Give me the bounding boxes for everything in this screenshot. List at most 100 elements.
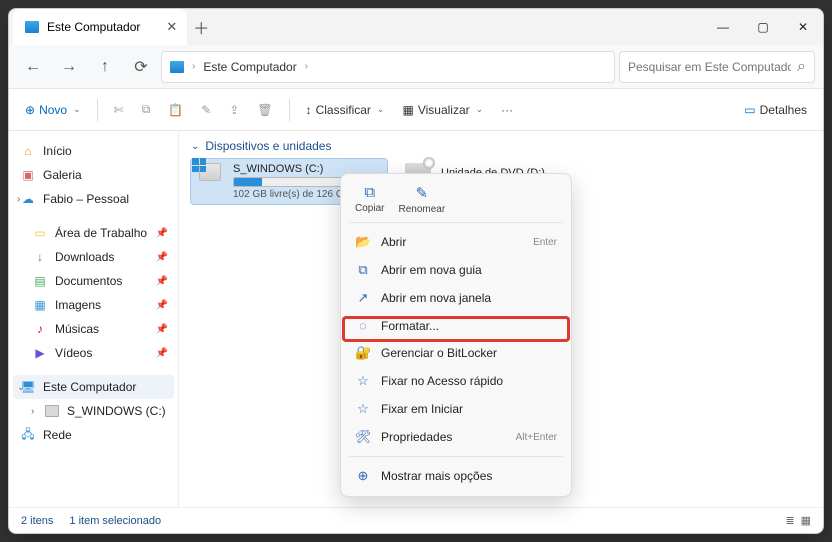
chevron-right-icon[interactable]: › [31,406,34,417]
copy-icon: ⧉ [364,184,375,201]
search-input[interactable] [628,60,791,74]
search-icon: ⌕ [797,58,806,76]
tab-close-button[interactable]: ✕ [166,19,177,35]
rename-button[interactable]: ✎ [195,99,217,121]
up-button[interactable]: ↑ [89,51,121,83]
sort-button[interactable]: ↕ Classificar ⌄ [300,99,391,121]
plus-icon: ⊕ [25,103,35,117]
label: Renomear [398,204,445,215]
sidebar-item-music[interactable]: ♪Músicas📌 [13,317,174,341]
new-label: Novo [39,103,67,117]
breadcrumb[interactable]: › Este Computador › [161,51,615,83]
maximize-button[interactable]: ▢ [743,9,783,45]
group-header-devices[interactable]: ⌄ Dispositivos e unidades [191,139,811,153]
separator [97,99,98,121]
sort-icon: ↕ [306,103,312,117]
windows-logo-icon [192,158,206,172]
chevron-down-icon: ⌄ [377,104,385,115]
share-icon: ⇪ [229,103,239,117]
rename-icon: ✎ [201,103,211,117]
context-item-bitlocker[interactable]: 🔐 Gerenciar o BitLocker [347,339,565,367]
sidebar-item-label: Fabio – Pessoal [43,192,129,206]
new-tab-button[interactable]: ＋ [187,15,215,39]
shortcut: Alt+Enter [516,432,557,443]
sidebar-item-downloads[interactable]: ↓Downloads📌 [13,245,174,269]
copy-button[interactable]: ⧉ [136,98,157,121]
toolbar: ⊕ Novo ⌄ ✄ ⧉ 📋 ✎ ⇪ 🗑 ↕ Classificar ⌄ ▦ V… [9,89,823,131]
context-item-open-window[interactable]: ↗Abrir em nova janela [347,284,565,312]
lock-icon: 🔐 [355,345,371,361]
forward-button[interactable]: → [53,51,85,83]
network-icon: 🖧 [21,428,35,442]
music-icon: ♪ [33,322,47,336]
nav-pane[interactable]: ⌂Início ▣Galeria ›☁Fabio – Pessoal ▭Área… [9,131,179,507]
chevron-right-icon[interactable]: › [17,194,20,205]
context-item-pin-start[interactable]: ☆Fixar em Iniciar [347,395,565,423]
chevron-down-icon: ⌄ [73,104,81,115]
new-button[interactable]: ⊕ Novo ⌄ [19,99,87,121]
clipboard-icon: 📋 [168,103,183,117]
sidebar-item-desktop[interactable]: ▭Área de Trabalho📌 [13,221,174,245]
sidebar-item-home[interactable]: ⌂Início [13,139,174,163]
view-icon: ▦ [402,103,413,117]
share-button[interactable]: ⇪ [223,99,245,121]
delete-button[interactable]: 🗑 [251,99,278,121]
tiles-view-button[interactable]: ▦ [801,514,811,527]
video-icon: ▶ [33,346,47,360]
sidebar-item-this-pc[interactable]: ⌄🖥Este Computador [13,375,174,399]
context-item-format[interactable]: ◌Formatar... [347,312,565,339]
context-item-pin-quick[interactable]: ☆Fixar no Acesso rápido [347,367,565,395]
context-copy-button[interactable]: ⧉Copiar [355,184,384,215]
label: Formatar... [381,319,439,333]
sidebar-item-drive-c[interactable]: ›S_WINDOWS (C:) [13,399,174,423]
more-button[interactable]: ··· [495,99,519,121]
context-rename-button[interactable]: ✎Renomear [398,184,445,215]
sidebar-item-label: Rede [43,428,72,442]
minimize-button[interactable]: — [703,9,743,45]
wrench-icon: 🛠 [355,429,371,445]
sidebar-item-label: Downloads [55,250,114,264]
sidebar-item-label: Músicas [55,322,99,336]
sidebar-item-images[interactable]: ▦Imagens📌 [13,293,174,317]
trash-icon: 🗑 [257,103,272,117]
breadcrumb-root[interactable]: Este Computador [203,60,296,74]
sidebar-item-label: Galeria [43,168,82,182]
document-icon: ▤ [33,274,47,288]
view-button[interactable]: ▦ Visualizar ⌄ [396,99,489,121]
titlebar: Este Computador ✕ ＋ — ▢ ✕ [9,9,823,45]
sidebar-item-onedrive[interactable]: ›☁Fabio – Pessoal [13,187,174,211]
details-view-button[interactable]: ≣ [785,514,794,527]
cut-button[interactable]: ✄ [108,99,130,121]
pin-icon: 📌 [156,348,168,359]
context-item-more-options[interactable]: ⊕Mostrar mais opções [347,462,565,490]
details-button[interactable]: ▭ Detalhes [738,99,813,121]
sort-label: Classificar [316,103,371,117]
status-bar: 2 itens 1 item selecionado ≣ ▦ [9,507,823,533]
context-item-properties[interactable]: 🛠PropriedadesAlt+Enter [347,423,565,451]
tab-title: Este Computador [47,20,140,34]
paste-button[interactable]: 📋 [162,99,189,121]
refresh-button[interactable]: ⟳ [125,51,157,83]
chevron-down-icon: ⌄ [476,104,484,115]
context-item-open[interactable]: 📂AbrirEnter [347,228,565,256]
sidebar-item-network[interactable]: 🖧 Rede [13,423,174,447]
sidebar-item-videos[interactable]: ▶Vídeos📌 [13,341,174,365]
back-button[interactable]: ← [17,51,49,83]
shortcut: Enter [533,237,557,248]
close-button[interactable]: ✕ [783,9,823,45]
sidebar-item-label: Início [43,144,72,158]
search-box[interactable]: ⌕ [619,51,815,83]
label: Fixar no Acesso rápido [381,374,503,388]
copy-icon: ⧉ [142,102,151,117]
sidebar-item-documents[interactable]: ▤Documentos📌 [13,269,174,293]
label: Gerenciar o BitLocker [381,346,497,360]
drive-icon [45,405,59,417]
this-pc-icon [25,21,39,33]
context-menu: ⧉Copiar ✎Renomear 📂AbrirEnter ⧉Abrir em … [340,173,572,497]
context-item-open-tab[interactable]: ⧉Abrir em nova guia [347,256,565,284]
chevron-down-icon[interactable]: ⌄ [17,382,25,393]
download-icon: ↓ [33,250,47,264]
pin-start-icon: ☆ [355,401,371,417]
tab-current[interactable]: Este Computador ✕ [13,9,187,45]
sidebar-item-gallery[interactable]: ▣Galeria [13,163,174,187]
